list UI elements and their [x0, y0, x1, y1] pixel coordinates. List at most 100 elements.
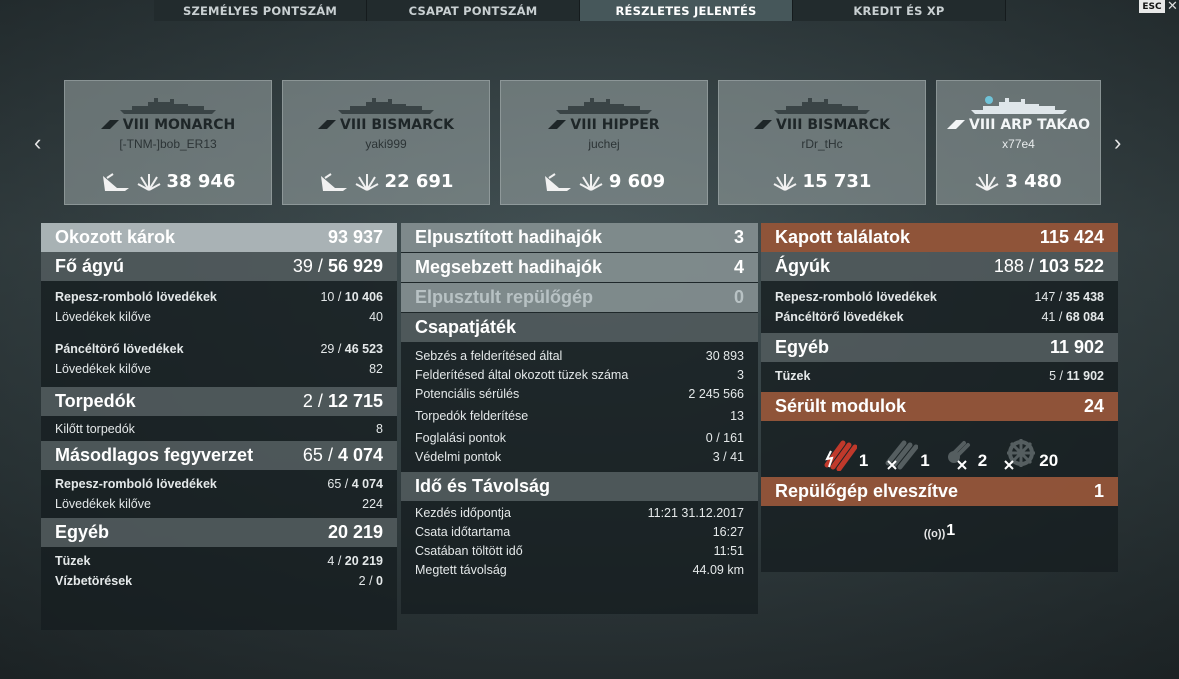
close-icon[interactable]: ✕	[1167, 0, 1178, 14]
ap-received-label: Páncéltörő lövedékek	[775, 310, 904, 324]
player-card[interactable]: VIII MONARCH [-TNM-]bob_ER13 38 946	[64, 80, 272, 205]
player-name: yaki999	[365, 137, 407, 151]
steering-count: 20	[1039, 451, 1059, 470]
torpedo-tubes-icon	[824, 440, 857, 471]
planes-lost-label: Repülőgép elveszítve	[775, 481, 959, 501]
secondary-header: Másodlagos fegyverzet 65 / 4 074	[41, 441, 397, 470]
steering-module: 20	[1001, 437, 1058, 471]
secondary-he-label: Repesz-romboló lövedékek	[55, 477, 217, 491]
main-ap-fired-row: Lövedékek kilőve 82	[41, 359, 397, 379]
teamplay-row: Sebzés a felderítésed által 30 893	[415, 348, 744, 363]
main-guns-module: 1	[882, 437, 930, 471]
secondary-he-row: Repesz-romboló lövedékek 65 / 4 074	[55, 477, 383, 491]
planes-destroyed-label: Elpusztult repülőgép	[415, 287, 593, 307]
torpedoes-hits: 2	[302, 391, 313, 411]
results-panel: Elpusztított hadihajók 3 Megsebzett hadih…	[401, 223, 758, 614]
fires-received-hits: 5	[1049, 369, 1057, 383]
damage-dealt-header: Okozott károk 93 937	[41, 223, 397, 252]
main-battery-damage: 56 929	[327, 256, 383, 276]
flooding-dealt-row: Vízbetörések 2 / 0	[55, 574, 383, 588]
sinking-ship-icon	[544, 172, 571, 191]
steering-icon	[1004, 439, 1036, 470]
other-dealt-value: 20 219	[327, 522, 383, 542]
other-received-label: Egyéb	[775, 337, 830, 357]
damage-burst-icon	[579, 173, 603, 191]
he-received-row: Repesz-romboló lövedékek 147 / 35 438	[775, 290, 1104, 304]
damaged-modules-header: Sérült modulok 24	[761, 392, 1118, 421]
main-battery-hits: 39	[292, 256, 313, 276]
chevron-right-icon[interactable]: ›	[1114, 130, 1121, 156]
damage-dealt-panel: Okozott károk 93 937 Fő ágyú 39 / 56 929 R…	[41, 223, 397, 630]
player-name: juchej	[588, 137, 620, 151]
ship-silhouette-icon	[120, 98, 216, 114]
destroyed-ships-label: Elpusztított hadihajók	[415, 227, 602, 247]
destroyed-ships-value: 3	[733, 227, 744, 247]
damaged-modules-label: Sérült modulok	[775, 396, 907, 416]
guns-received-header: Ágyúk 188 / 103 522	[761, 252, 1118, 281]
player-card[interactable]: VIII BISMARCK rDr_tHc 15 731	[718, 80, 926, 205]
he-received-label: Repesz-romboló lövedékek	[775, 290, 937, 304]
battleship-class-icon	[754, 120, 773, 129]
main-he-row: Repesz-romboló lövedékek 10 / 10 406	[55, 290, 383, 304]
time-row: Csatában töltött idő 11:51	[415, 543, 744, 558]
tab-personal-score[interactable]: SZEMÉLYES PONTSZÁM	[154, 0, 367, 21]
ship-silhouette-icon	[556, 98, 652, 114]
torpedoes-header: Torpedók 2 / 12 715	[41, 387, 397, 416]
chevron-left-icon[interactable]: ‹	[34, 130, 41, 156]
card-damage: 38 946	[65, 171, 271, 192]
ship-silhouette-icon	[774, 98, 870, 114]
guns-received-damage: 103 522	[1038, 256, 1104, 276]
ship-silhouette-icon	[338, 98, 434, 114]
teamplay-label: Csapatjáték	[415, 317, 517, 337]
main-ap-damage: 46 523	[344, 342, 383, 356]
player-card[interactable]: VIII HIPPER juchej 9 609	[500, 80, 708, 205]
tab-credits-xp[interactable]: KREDIT ÉS XP	[793, 0, 1006, 21]
main-he-fired-value: 40	[369, 310, 383, 324]
teamplay-header: Csapatjáték	[401, 313, 758, 342]
damage-dealt-label: Okozott károk	[55, 227, 176, 247]
sinking-ship-icon	[102, 172, 129, 191]
flooding-dealt-label: Vízbetörések	[55, 574, 133, 588]
main-battery-value: 39 / 56 929	[292, 256, 383, 276]
ship-name: VIII MONARCH	[65, 117, 271, 133]
teamplay-row: Torpedók felderítése 13	[415, 408, 744, 423]
ap-received-damage: 68 084	[1065, 310, 1104, 324]
secondary-damage: 4 074	[337, 445, 383, 465]
main-ap-hits: 29	[320, 342, 335, 356]
ship-name: VIII ARP TAKAO	[937, 117, 1100, 133]
main-he-fired-row: Lövedékek kilőve 40	[41, 307, 397, 327]
torpedoes-fired-value: 8	[376, 422, 383, 436]
secondary-guns-count: 2	[977, 451, 988, 470]
other-dealt-label: Egyéb	[55, 522, 110, 542]
card-damage: 9 609	[501, 171, 707, 192]
time-distance-label: Idő és Távolság	[415, 476, 551, 496]
planes-destroyed-header: Elpusztult repülőgép 0	[401, 283, 758, 312]
player-card[interactable]: VIII BISMARCK yaki999 22 691	[282, 80, 490, 205]
spotter-plane-lost: ((o)) 1	[761, 506, 1118, 546]
planes-lost-header: Repülőgép elveszítve 1	[761, 477, 1118, 506]
flooding-dealt-damage: 0	[376, 574, 383, 588]
main-guns-count: 1	[920, 451, 930, 470]
main-ap-row: Páncéltörő lövedékek 29 / 46 523	[55, 342, 383, 356]
secondary-guns-module: 2	[944, 437, 987, 471]
tab-team-score[interactable]: CSAPAT PONTSZÁM	[367, 0, 580, 21]
player-name: x77e4	[1002, 137, 1035, 151]
damage-burst-icon	[355, 173, 379, 191]
player-card[interactable]: VIII ARP TAKAO x77e4 3 480	[936, 80, 1101, 205]
card-damage: 22 691	[283, 171, 489, 192]
fires-dealt-row: Tüzek 4 / 20 219	[55, 554, 383, 568]
secondary-he-hits: 65	[327, 477, 342, 491]
he-received-damage: 35 438	[1065, 290, 1104, 304]
secondary-he-damage: 4 074	[351, 477, 383, 491]
esc-button[interactable]: ESC	[1139, 0, 1165, 13]
hits-received-label: Kapott találatok	[775, 227, 911, 247]
fires-received-label: Tüzek	[775, 369, 811, 383]
other-received-header: Egyéb 11 902	[761, 333, 1118, 362]
planes-destroyed-value: 0	[733, 287, 744, 307]
main-he-damage: 10 406	[344, 290, 383, 304]
main-battery-label: Fő ágyú	[55, 256, 125, 276]
main-ap-fired-label: Lövedékek kilőve	[55, 362, 151, 376]
radio-icon: ((o))	[923, 528, 946, 540]
tab-detailed-report[interactable]: RÉSZLETES JELENTÉS	[580, 0, 793, 21]
secondary-fired-value: 224	[362, 497, 383, 511]
